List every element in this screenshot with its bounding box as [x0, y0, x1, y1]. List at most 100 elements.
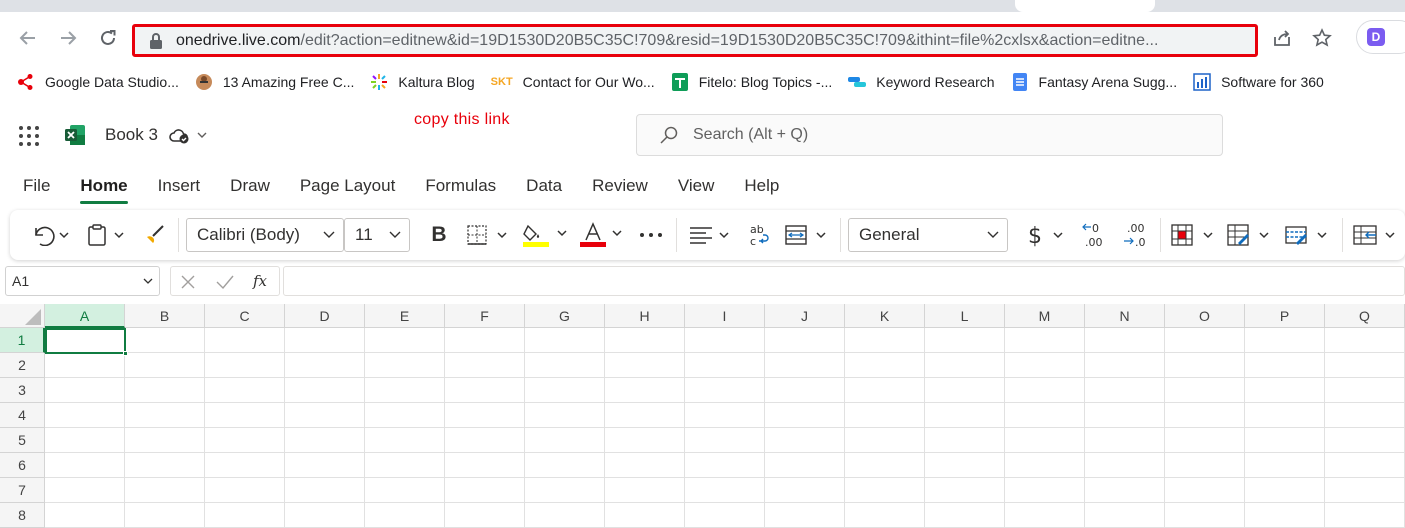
cell-f7[interactable] [445, 478, 525, 503]
cancel-icon[interactable] [179, 273, 197, 291]
cell-o6[interactable] [1165, 453, 1245, 478]
bookmark-item[interactable]: Kaltura Blog [362, 68, 482, 96]
bookmark-item[interactable]: 13 Amazing Free C... [187, 68, 363, 96]
row-header-2[interactable]: 2 [0, 353, 45, 378]
cell-l1[interactable] [925, 328, 1005, 353]
cell-l5[interactable] [925, 428, 1005, 453]
cell-o8[interactable] [1165, 503, 1245, 528]
tab-insert[interactable]: Insert [158, 168, 201, 206]
cell-k1[interactable] [845, 328, 925, 353]
cell-n2[interactable] [1085, 353, 1165, 378]
cell-e8[interactable] [365, 503, 445, 528]
cell-d3[interactable] [285, 378, 365, 403]
row-header-4[interactable]: 4 [0, 403, 45, 428]
cell-k7[interactable] [845, 478, 925, 503]
cell-e6[interactable] [365, 453, 445, 478]
cell-m5[interactable] [1005, 428, 1085, 453]
row-header-5[interactable]: 5 [0, 428, 45, 453]
cell-f3[interactable] [445, 378, 525, 403]
fill-color-button[interactable] [522, 220, 570, 250]
cell-e4[interactable] [365, 403, 445, 428]
cell-d1[interactable] [285, 328, 365, 353]
chevron-down-icon[interactable] [196, 129, 208, 141]
cell-l7[interactable] [925, 478, 1005, 503]
cell-e7[interactable] [365, 478, 445, 503]
cell-p7[interactable] [1245, 478, 1325, 503]
enter-icon[interactable] [215, 273, 235, 291]
formula-input[interactable] [283, 266, 1405, 296]
cell-h4[interactable] [605, 403, 685, 428]
cell-k6[interactable] [845, 453, 925, 478]
column-header-j[interactable]: J [765, 304, 845, 328]
cell-j3[interactable] [765, 378, 845, 403]
cell-f8[interactable] [445, 503, 525, 528]
column-header-a[interactable]: A [45, 304, 125, 328]
search-input[interactable]: Search (Alt + Q) [636, 114, 1223, 156]
cell-q1[interactable] [1325, 328, 1405, 353]
name-box[interactable]: A1 [5, 266, 160, 296]
font-name-select[interactable]: Calibri (Body) [186, 218, 344, 252]
cell-i1[interactable] [685, 328, 765, 353]
cell-c3[interactable] [205, 378, 285, 403]
undo-button[interactable] [26, 220, 74, 250]
cell-o5[interactable] [1165, 428, 1245, 453]
cell-d4[interactable] [285, 403, 365, 428]
cell-d2[interactable] [285, 353, 365, 378]
cell-h7[interactable] [605, 478, 685, 503]
cell-e2[interactable] [365, 353, 445, 378]
column-header-b[interactable]: B [125, 304, 205, 328]
row-header-3[interactable]: 3 [0, 378, 45, 403]
bold-button[interactable]: B [424, 220, 454, 250]
cell-p6[interactable] [1245, 453, 1325, 478]
cell-g6[interactable] [525, 453, 605, 478]
column-header-g[interactable]: G [525, 304, 605, 328]
cell-h2[interactable] [605, 353, 685, 378]
cell-p5[interactable] [1245, 428, 1325, 453]
cell-b7[interactable] [125, 478, 205, 503]
cell-o7[interactable] [1165, 478, 1245, 503]
cell-b1[interactable] [125, 328, 205, 353]
cell-g1[interactable] [525, 328, 605, 353]
cell-k8[interactable] [845, 503, 925, 528]
column-header-m[interactable]: M [1005, 304, 1085, 328]
cell-l6[interactable] [925, 453, 1005, 478]
cell-q6[interactable] [1325, 453, 1405, 478]
column-header-p[interactable]: P [1245, 304, 1325, 328]
browser-tab-active[interactable] [1015, 0, 1155, 12]
cell-m8[interactable] [1005, 503, 1085, 528]
paste-button[interactable] [86, 220, 132, 250]
cell-b6[interactable] [125, 453, 205, 478]
cell-g2[interactable] [525, 353, 605, 378]
tab-draw[interactable]: Draw [230, 168, 270, 206]
cell-m3[interactable] [1005, 378, 1085, 403]
cell-g3[interactable] [525, 378, 605, 403]
cell-h8[interactable] [605, 503, 685, 528]
cell-j5[interactable] [765, 428, 845, 453]
cell-h3[interactable] [605, 378, 685, 403]
cell-c1[interactable] [205, 328, 285, 353]
font-color-button[interactable] [580, 220, 626, 250]
cell-p1[interactable] [1245, 328, 1325, 353]
cell-i3[interactable] [685, 378, 765, 403]
cell-n5[interactable] [1085, 428, 1165, 453]
cell-j4[interactable] [765, 403, 845, 428]
cell-e3[interactable] [365, 378, 445, 403]
row-header-7[interactable]: 7 [0, 478, 45, 503]
active-cell[interactable] [45, 328, 128, 356]
column-header-i[interactable]: I [685, 304, 765, 328]
tab-page-layout[interactable]: Page Layout [300, 168, 395, 206]
column-header-f[interactable]: F [445, 304, 525, 328]
cell-q3[interactable] [1325, 378, 1405, 403]
cell-m6[interactable] [1005, 453, 1085, 478]
tab-formulas[interactable]: Formulas [425, 168, 496, 206]
cell-d7[interactable] [285, 478, 365, 503]
bookmark-item[interactable]: Software for 360 [1185, 68, 1332, 96]
tab-data[interactable]: Data [526, 168, 562, 206]
cell-o1[interactable] [1165, 328, 1245, 353]
column-header-h[interactable]: H [605, 304, 685, 328]
row-header-8[interactable]: 8 [0, 503, 45, 528]
cell-c2[interactable] [205, 353, 285, 378]
cell-a7[interactable] [45, 478, 125, 503]
conditional-formatting-button[interactable] [1170, 220, 1218, 250]
borders-button[interactable] [466, 220, 512, 250]
